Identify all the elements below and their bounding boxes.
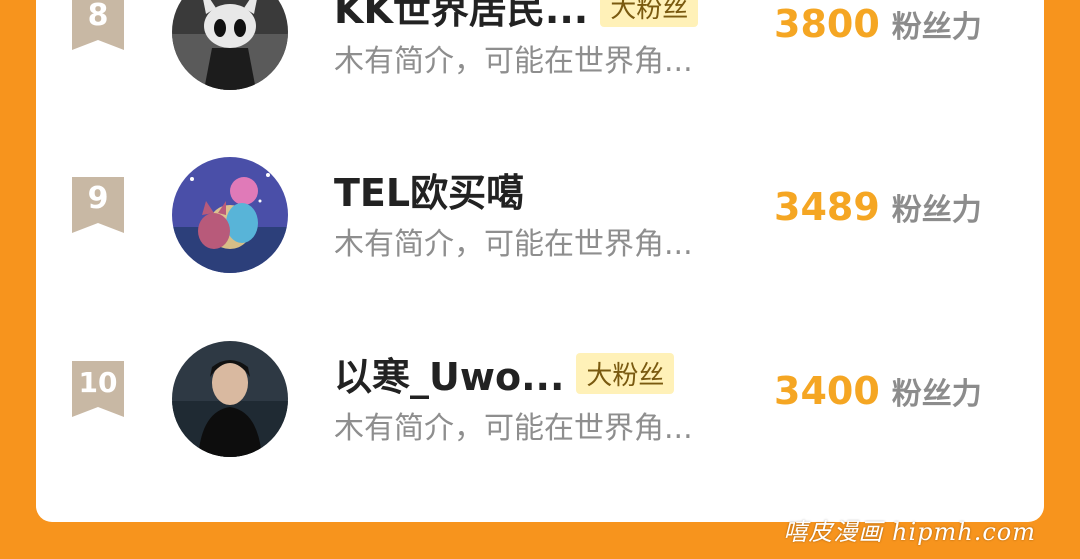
fan-power-value: 3800 bbox=[774, 2, 880, 46]
rank-badge: 10 bbox=[72, 361, 124, 417]
fan-power: 3400 粉丝力 bbox=[774, 369, 982, 413]
user-avatar[interactable] bbox=[172, 157, 288, 273]
rank-number: 8 bbox=[87, 0, 109, 33]
rank-number: 10 bbox=[78, 366, 118, 399]
big-fan-tag: 大粉丝 bbox=[600, 0, 699, 27]
site-watermark: 嘻皮漫画 hipmh.com bbox=[783, 518, 1036, 546]
user-avatar[interactable] bbox=[172, 0, 288, 90]
fan-power: 3800 粉丝力 bbox=[774, 2, 982, 46]
rank-number: 9 bbox=[87, 181, 109, 216]
user-name[interactable]: KK世界居民... bbox=[334, 0, 588, 34]
fan-power-unit: 粉丝力 bbox=[891, 10, 982, 45]
fan-power-unit: 粉丝力 bbox=[891, 193, 982, 228]
user-name[interactable]: 以寒_Uwo... bbox=[334, 346, 564, 401]
rank-badge: 8 bbox=[72, 0, 124, 50]
user-description: 木有简介，可能在世界角... bbox=[334, 227, 693, 262]
fan-power-value: 3489 bbox=[774, 185, 880, 229]
ranking-row-8[interactable]: 8 KK世界居民... 大粉丝 木有简介，可能在世界角... 3800 粉丝力 bbox=[36, 0, 1044, 94]
big-fan-tag: 大粉丝 bbox=[576, 352, 675, 394]
user-description: 木有简介，可能在世界角... bbox=[334, 411, 693, 446]
fan-power-value: 3400 bbox=[774, 369, 880, 413]
fan-power-unit: 粉丝力 bbox=[891, 377, 982, 412]
rank-badge: 9 bbox=[72, 177, 124, 233]
ranking-row-9[interactable]: 9 TEL欧买噶 木有简介，可能在世界角... 3489 粉丝力 bbox=[36, 157, 1044, 277]
fan-power: 3489 粉丝力 bbox=[774, 185, 982, 229]
ranking-row-10[interactable]: 10 以寒_Uwo... 大粉丝 木有简介，可能在世界角... 3400 粉丝力 bbox=[36, 341, 1044, 461]
user-description: 木有简介，可能在世界角... bbox=[334, 44, 693, 79]
user-name[interactable]: TEL欧买噶 bbox=[334, 162, 524, 217]
user-avatar[interactable] bbox=[172, 341, 288, 457]
fan-ranking-card: 8 KK世界居民... 大粉丝 木有简介，可能在世界角... 3800 粉丝力 bbox=[36, 0, 1044, 522]
